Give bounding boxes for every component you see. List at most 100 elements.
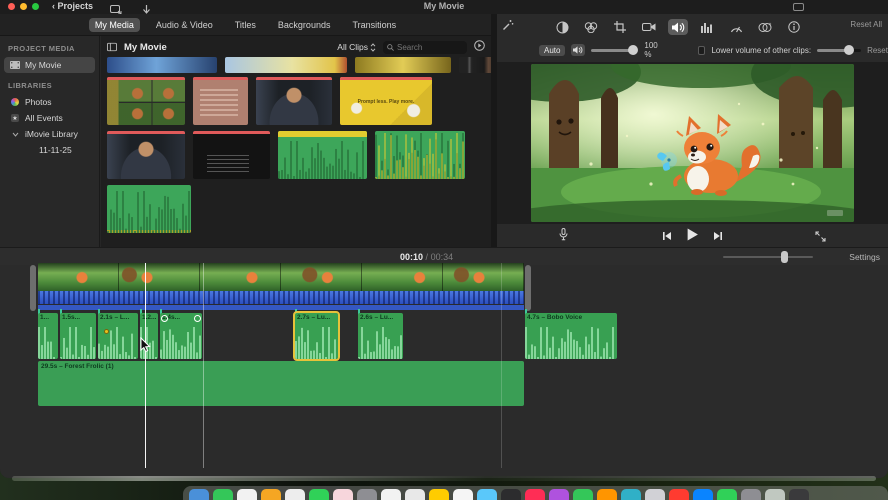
play-button[interactable] bbox=[686, 228, 699, 246]
dock-app-icon[interactable] bbox=[645, 489, 665, 500]
video-audio-waveform[interactable] bbox=[38, 291, 524, 304]
playhead[interactable] bbox=[145, 263, 146, 468]
sidebar-item-photos[interactable]: Photos bbox=[4, 94, 95, 110]
stabilization-icon[interactable] bbox=[639, 19, 659, 35]
effects-icon[interactable] bbox=[755, 19, 775, 35]
noise-reduction-icon[interactable] bbox=[697, 19, 717, 35]
audio-clip-label: 2.6s – Lu... bbox=[360, 314, 394, 321]
timeline-zoom-slider[interactable] bbox=[723, 251, 813, 263]
film-icon bbox=[10, 61, 20, 69]
fullscreen-button[interactable] bbox=[815, 229, 826, 247]
dock-app-icon[interactable] bbox=[789, 489, 809, 500]
all-clips-dropdown[interactable]: All Clips bbox=[337, 42, 376, 52]
media-thumbnail-audio-plain[interactable] bbox=[107, 185, 191, 233]
media-tabbar: My Media Audio & Video Titles Backgrounds Tr… bbox=[0, 14, 491, 36]
dock-app-icon[interactable] bbox=[693, 489, 713, 500]
clip-filter-play-icon[interactable] bbox=[474, 38, 485, 56]
tab-audio-video[interactable]: Audio & Video bbox=[150, 18, 219, 32]
media-thumbnail-terminal[interactable] bbox=[193, 131, 270, 179]
clip-marker bbox=[104, 329, 109, 334]
media-thumbnail-yellow[interactable]: Prompt less. Play more. bbox=[340, 77, 432, 125]
tab-titles[interactable]: Titles bbox=[229, 18, 262, 32]
dock-app-icon[interactable] bbox=[573, 489, 593, 500]
inspector-panel: Reset All Auto 100 % Lower volume of oth… bbox=[497, 14, 888, 247]
media-thumbnail-strip-yellow[interactable] bbox=[355, 57, 451, 73]
dock-app-icon[interactable] bbox=[453, 489, 473, 500]
photos-icon bbox=[10, 98, 20, 106]
audio-clip[interactable]: 2.1s – L... bbox=[98, 313, 138, 359]
dock-app-icon[interactable] bbox=[621, 489, 641, 500]
crop-icon[interactable] bbox=[610, 19, 630, 35]
mute-speaker-button[interactable] bbox=[571, 44, 585, 56]
video-frame-thumbnail bbox=[200, 263, 281, 291]
media-thumbnail-head[interactable] bbox=[107, 131, 185, 179]
dock-app-icon[interactable] bbox=[597, 489, 617, 500]
dock-app-icon[interactable] bbox=[525, 489, 545, 500]
reset-all-button[interactable]: Reset All bbox=[850, 20, 882, 29]
dock-app-icon[interactable] bbox=[357, 489, 377, 500]
media-thumbnail-strip-grad[interactable] bbox=[225, 57, 347, 73]
volume-icon[interactable] bbox=[668, 19, 688, 35]
reset-button[interactable]: Reset bbox=[867, 46, 888, 55]
dock-app-icon[interactable] bbox=[381, 489, 401, 500]
skip-back-button[interactable] bbox=[662, 228, 672, 246]
fade-handle[interactable] bbox=[161, 315, 168, 322]
audio-clip[interactable]: 1.5s... bbox=[60, 313, 96, 359]
sidebar-item-label: All Events bbox=[25, 113, 63, 123]
dock-app-icon[interactable] bbox=[501, 489, 521, 500]
tab-backgrounds[interactable]: Backgrounds bbox=[272, 18, 337, 32]
clip-trim-handle-left[interactable] bbox=[30, 265, 36, 311]
tab-transitions[interactable]: Transitions bbox=[346, 18, 402, 32]
color-balance-icon[interactable] bbox=[552, 19, 572, 35]
dock-app-icon[interactable] bbox=[741, 489, 761, 500]
media-thumbnail-strip-blue[interactable] bbox=[107, 57, 217, 73]
dock-app-icon[interactable] bbox=[765, 489, 785, 500]
window-title: My Movie bbox=[423, 1, 465, 11]
audio-clip[interactable]: 1... bbox=[38, 313, 58, 359]
screen-mirroring-icon[interactable] bbox=[793, 3, 804, 11]
dock-app-icon[interactable] bbox=[429, 489, 449, 500]
settings-button[interactable]: Settings bbox=[849, 252, 880, 262]
background-music-clip[interactable]: 29.5s – Forest Frolic (1) bbox=[38, 361, 524, 406]
volume-slider[interactable] bbox=[591, 45, 639, 55]
dock-app-icon[interactable] bbox=[669, 489, 689, 500]
lower-volume-checkbox[interactable] bbox=[697, 45, 706, 55]
dock-app-icon[interactable] bbox=[309, 489, 329, 500]
sidebar-item-11-11-25[interactable]: 11-11-25 bbox=[4, 142, 95, 158]
tab-my-media[interactable]: My Media bbox=[88, 17, 140, 32]
media-thumbnail-audio-yellow-top[interactable] bbox=[278, 131, 367, 179]
auto-volume-button[interactable]: Auto bbox=[539, 44, 566, 56]
dock-app-icon[interactable] bbox=[213, 489, 233, 500]
dock-app-icon[interactable] bbox=[333, 489, 353, 500]
media-thumbnail-note[interactable] bbox=[193, 77, 248, 125]
audio-clip[interactable]: 2.6s – Lu... bbox=[358, 313, 403, 359]
sidebar-item-imovie-library[interactable]: iMovie Library bbox=[4, 126, 95, 142]
sidebar-item-all-events[interactable]: ★ All Events bbox=[4, 110, 95, 126]
dock-app-icon[interactable] bbox=[237, 489, 257, 500]
clip-trim-handle-right[interactable] bbox=[525, 265, 531, 311]
dock-app-icon[interactable] bbox=[717, 489, 737, 500]
media-thumbnail-audio-peaks[interactable] bbox=[375, 131, 465, 179]
video-track[interactable] bbox=[38, 263, 524, 291]
dock-app-icon[interactable] bbox=[549, 489, 569, 500]
info-icon[interactable] bbox=[784, 19, 804, 35]
audio-clip[interactable]: 4.7s – Bobo Voice bbox=[525, 313, 617, 359]
dock-app-icon[interactable] bbox=[285, 489, 305, 500]
dock-app-icon[interactable] bbox=[261, 489, 281, 500]
dock-app-icon[interactable] bbox=[477, 489, 497, 500]
fade-handle[interactable] bbox=[194, 315, 201, 322]
dock-app-icon[interactable] bbox=[405, 489, 425, 500]
speed-icon[interactable] bbox=[726, 19, 746, 35]
lower-volume-slider[interactable] bbox=[817, 45, 862, 55]
color-correction-icon[interactable] bbox=[581, 19, 601, 35]
audio-clip[interactable]: 1.4s... bbox=[160, 313, 202, 359]
media-thumbnail-fox-grid[interactable] bbox=[107, 77, 185, 125]
audio-clip[interactable]: 2.7s – Lu... bbox=[293, 311, 340, 361]
sidebar-toggle-icon[interactable] bbox=[107, 42, 117, 52]
media-thumbnail-head[interactable] bbox=[256, 77, 332, 125]
search-input[interactable]: Search bbox=[383, 40, 467, 54]
skip-forward-button[interactable] bbox=[713, 228, 723, 246]
libraries-sidebar: PROJECT MEDIA My Movie LIBRARIES Photos ★… bbox=[0, 36, 100, 247]
sidebar-item-my-movie[interactable]: My Movie bbox=[4, 57, 95, 73]
dock-app-icon[interactable] bbox=[189, 489, 209, 500]
